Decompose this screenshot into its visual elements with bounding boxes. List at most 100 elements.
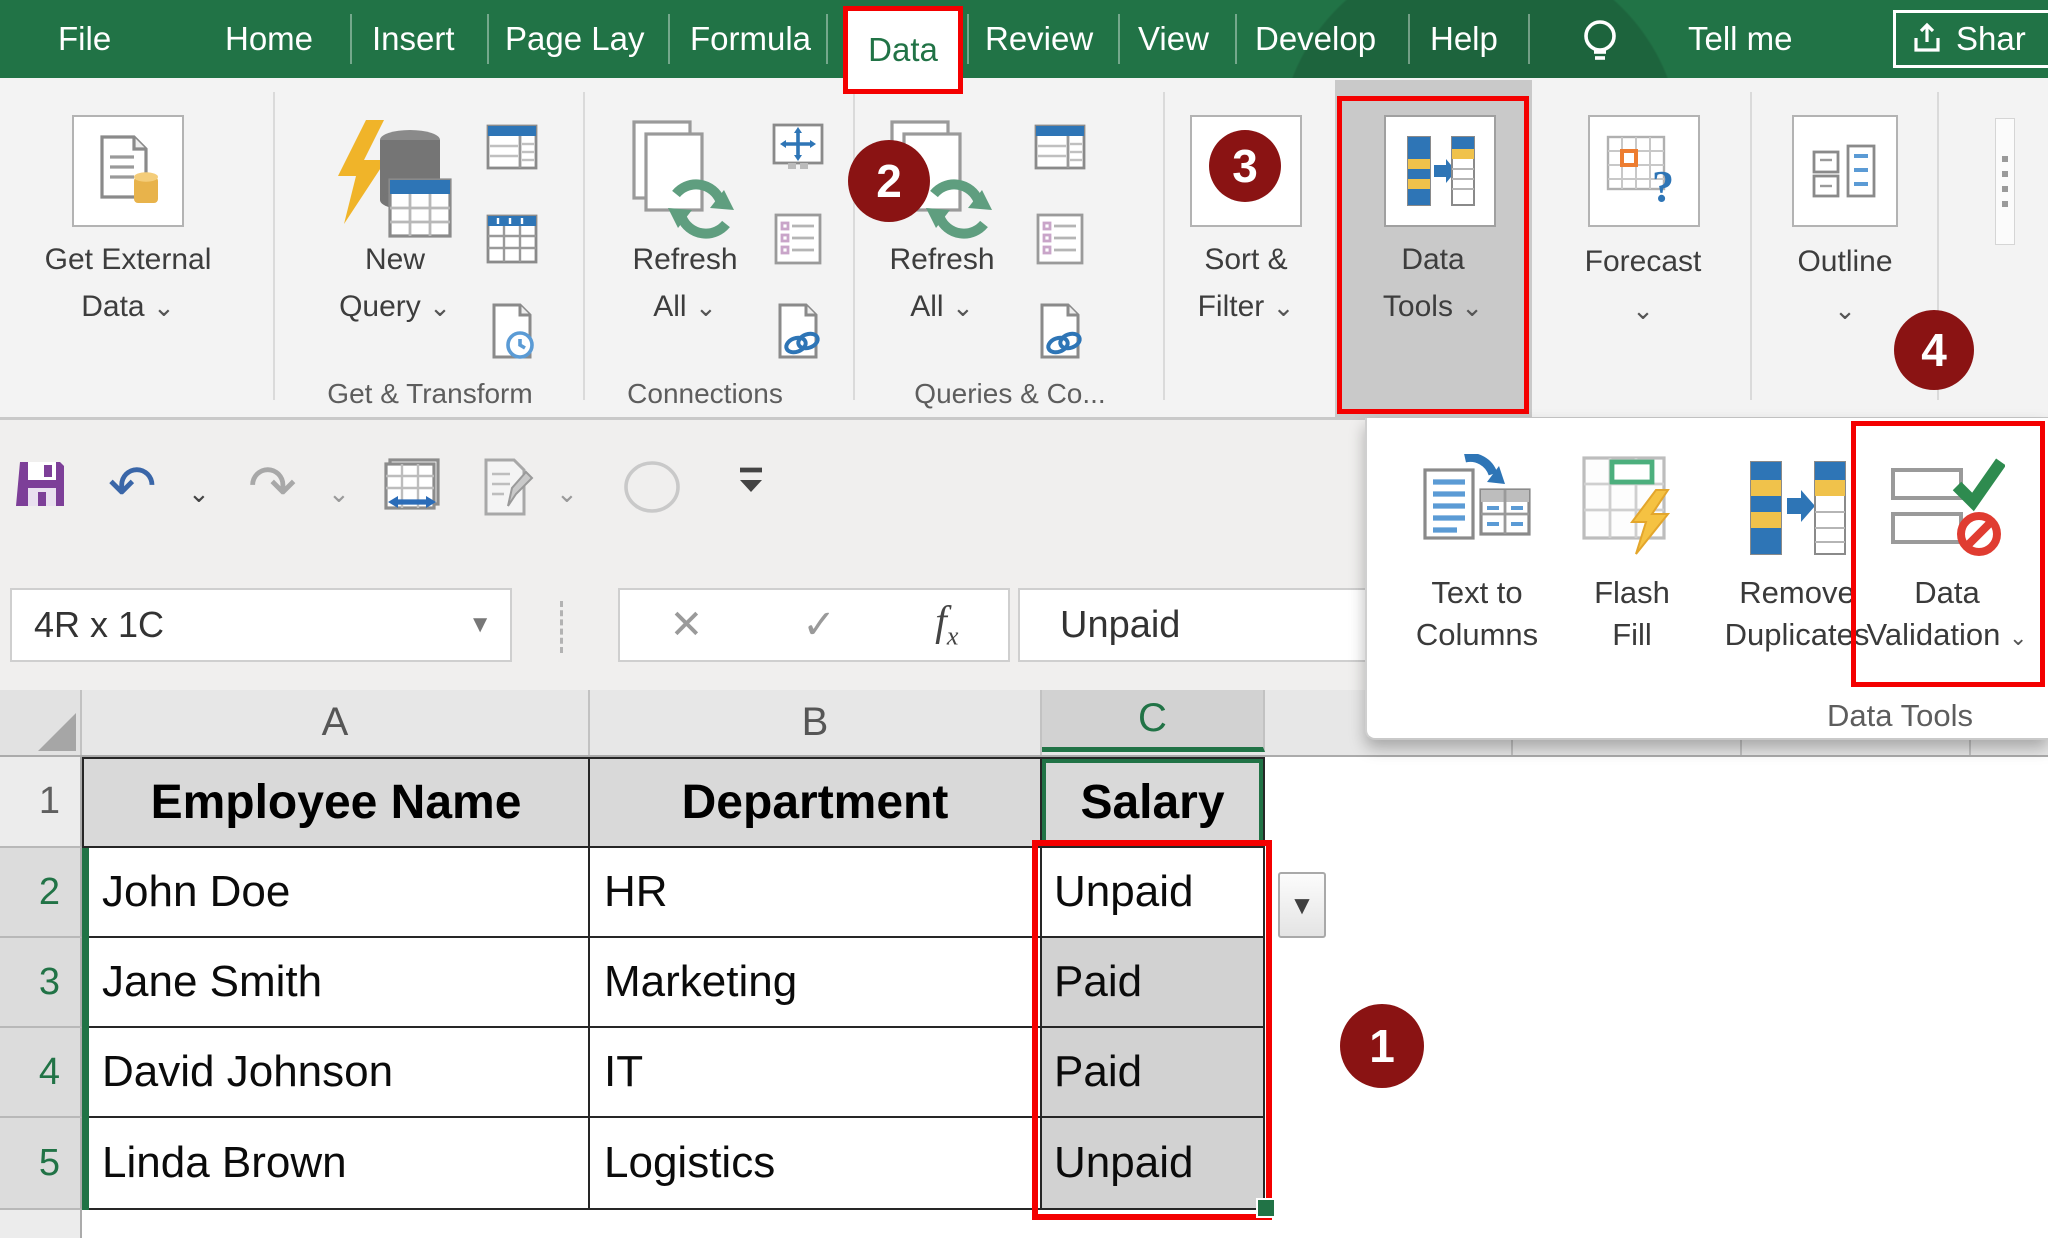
forecast-button[interactable]: ? (1588, 115, 1700, 227)
new-query-icon (330, 116, 456, 244)
excel-window: File Home Insert Page Lay Formula Review View D… (0, 0, 2048, 1238)
menu-tab-help[interactable]: Help (1430, 0, 1498, 78)
share-label: Shar (1956, 20, 2026, 58)
workbook-connections-icon[interactable] (768, 200, 828, 278)
cell-C5[interactable]: Unpaid (1042, 1118, 1265, 1210)
step-badge-4: 4 (1894, 310, 1974, 390)
share-button[interactable]: Shar (1893, 10, 2048, 68)
cell-B5[interactable]: Logistics (590, 1118, 1042, 1210)
edit-links-icon[interactable] (1030, 292, 1090, 370)
name-box-dropdown-icon[interactable]: ▼ (468, 611, 492, 639)
cell-A2[interactable]: John Doe (82, 848, 590, 938)
menu-separator (826, 14, 828, 64)
undo-dropdown-icon[interactable]: ⌄ (188, 478, 210, 509)
connection-properties-icon[interactable] (768, 108, 828, 186)
data-validation-button[interactable]: Data Validation ⌄ (1852, 438, 2042, 688)
formula-bar-splitter[interactable] (560, 601, 563, 653)
row-header-6[interactable] (0, 1210, 82, 1238)
data-tools-flyout: Text toColumns FlashFill (1365, 418, 2048, 740)
edit-dropdown-icon[interactable]: ⌄ (556, 478, 578, 509)
fill-handle[interactable] (1256, 1198, 1276, 1218)
new-query-label-1: New (285, 243, 505, 277)
step-badge-3: 3 (1209, 130, 1281, 202)
refresh-all-icon (622, 118, 742, 240)
row-header-5[interactable]: 5 (0, 1118, 82, 1210)
column-width-icon[interactable] (382, 458, 446, 518)
save-icon[interactable] (16, 458, 68, 510)
refresh-all-label-2: All ⌄ (575, 290, 795, 324)
cell-A5[interactable]: Linda Brown (82, 1118, 590, 1210)
undo-icon[interactable]: ↶ (108, 458, 157, 516)
column-header-A[interactable]: A (82, 690, 590, 755)
cancel-icon[interactable]: ✕ (670, 602, 704, 648)
group-caption-get-transform: Get & Transform (300, 378, 560, 410)
cell-B2[interactable]: HR (590, 848, 1042, 938)
data-validation-dropdown-button[interactable]: ▼ (1278, 872, 1326, 938)
chevron-down-icon: ⌄ (1273, 292, 1295, 322)
menu-tab-view[interactable]: View (1138, 0, 1209, 78)
menu-tab-develop[interactable]: Develop (1255, 0, 1376, 78)
lightbulb-icon (1578, 18, 1622, 71)
column-header-B[interactable]: B (590, 690, 1042, 755)
tab-data-annotated[interactable]: Data (843, 6, 963, 94)
step-badge-1: 1 (1340, 1004, 1424, 1088)
get-external-data-icon (86, 129, 170, 213)
recent-sources-icon[interactable] (482, 292, 542, 370)
tab-data-label: Data (868, 31, 938, 69)
select-all-corner[interactable] (0, 690, 82, 755)
cell-C3[interactable]: Paid (1042, 938, 1265, 1028)
get-external-data-label-2: Data ⌄ (18, 290, 238, 324)
ribbon-scroll-handle[interactable] (1995, 118, 2015, 245)
cell-B1[interactable]: Department (590, 757, 1042, 848)
outline-button[interactable] (1792, 115, 1898, 227)
forecast-chevron: ⌄ (1533, 293, 1753, 327)
formula-buttons: ✕ ✓ fx (618, 588, 1010, 662)
redo-icon[interactable]: ↷ (248, 458, 297, 516)
menu-tab-review[interactable]: Review (985, 0, 1093, 78)
select-all-triangle-icon (38, 713, 76, 751)
menu-tab-home[interactable]: Home (225, 0, 313, 78)
flash-fill-button[interactable]: FlashFill (1562, 438, 1702, 688)
data-tools-icon-box (1384, 115, 1496, 227)
row-header-4[interactable]: 4 (0, 1028, 82, 1118)
cell-A1[interactable]: Employee Name (82, 757, 590, 848)
insert-function-icon[interactable]: fx (935, 598, 958, 651)
chevron-down-icon: ⌄ (2009, 625, 2027, 650)
row-header-2[interactable]: 2 (0, 848, 82, 938)
cell-C1[interactable]: Salary (1042, 757, 1265, 848)
cell-B3[interactable]: Marketing (590, 938, 1042, 1028)
oval-shape-icon[interactable] (620, 458, 684, 516)
properties-icon[interactable] (1030, 200, 1090, 278)
refresh-all-queries-label-2: All ⌄ (832, 290, 1052, 324)
queries-connections-icon[interactable] (1030, 108, 1090, 186)
cell-C2[interactable]: Unpaid (1042, 848, 1265, 938)
row-header-3[interactable]: 3 (0, 938, 82, 1028)
data-tools-group[interactable]: Data Tools ⌄ (1335, 80, 1532, 417)
menu-tab-insert[interactable]: Insert (372, 0, 455, 78)
menu-tab-page-lay[interactable]: Page Lay (505, 0, 644, 78)
get-external-data-button[interactable] (72, 115, 184, 227)
from-table-icon[interactable] (482, 200, 542, 278)
menu-tab-file[interactable]: File (58, 0, 111, 78)
enter-icon[interactable]: ✓ (802, 602, 836, 648)
menu-separator (487, 14, 489, 64)
show-queries-icon[interactable] (482, 108, 542, 186)
edit-document-icon[interactable] (478, 458, 534, 516)
customize-toolbar-icon[interactable] (736, 464, 766, 500)
text-to-columns-button[interactable]: Text toColumns (1392, 438, 1562, 688)
cell-A4[interactable]: David Johnson (82, 1028, 590, 1118)
name-box[interactable]: 4R x 1C ▼ (10, 588, 512, 662)
text-to-columns-icon (1392, 438, 1562, 558)
column-header-C[interactable]: C (1042, 690, 1265, 752)
edit-links-icon[interactable] (768, 292, 828, 370)
menu-tab-formula[interactable]: Formula (690, 0, 811, 78)
cell-B4[interactable]: IT (590, 1028, 1042, 1118)
new-query-button[interactable] (330, 116, 456, 249)
row-header-1[interactable]: 1 (0, 757, 82, 848)
tell-me-button[interactable]: Tell me (1688, 0, 1793, 78)
cell-A3[interactable]: Jane Smith (82, 938, 590, 1028)
refresh-all-button[interactable] (622, 118, 742, 245)
menu-separator (1235, 14, 1237, 64)
cell-C4[interactable]: Paid (1042, 1028, 1265, 1118)
redo-dropdown-icon[interactable]: ⌄ (328, 478, 350, 509)
